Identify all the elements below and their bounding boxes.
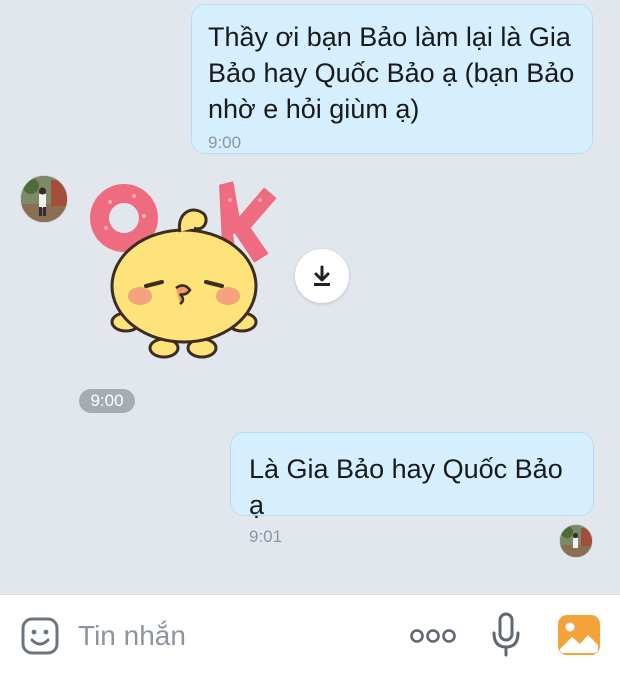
microphone-icon (492, 612, 520, 657)
message-composer (0, 594, 620, 676)
outgoing-message-bubble[interactable]: Thầy ơi bạn Bảo làm lại là Gia Bảo hay Q… (191, 4, 593, 154)
message-line: Thầy ơi bạn Bảo làm lại là Gia (208, 22, 571, 52)
chat-area: Thầy ơi bạn Bảo làm lại là Gia Bảo hay Q… (0, 0, 620, 594)
microphone-button[interactable] (490, 611, 522, 659)
more-button[interactable] (408, 622, 458, 650)
sender-avatar[interactable] (20, 175, 68, 223)
message-time: 9:00 (208, 133, 242, 152)
message-line: nhờ e hỏi giùm ạ) (208, 94, 420, 124)
image-icon (558, 615, 600, 655)
message-line: Bảo hay Quốc Bảo ạ (bạn Bảo (208, 58, 575, 88)
message-text: Thầy ơi bạn Bảo làm lại là Gia Bảo hay Q… (208, 19, 576, 127)
download-icon (314, 265, 330, 286)
message-time: 9:01 (249, 527, 283, 546)
emoji-icon (21, 617, 59, 655)
outgoing-message-bubble[interactable]: Là Gia Bảo hay Quốc Bảo ạ 9:01 (230, 432, 594, 546)
emoji-button[interactable] (20, 616, 60, 656)
download-button[interactable] (295, 249, 349, 303)
seen-avatar (559, 524, 593, 558)
ok-sticker[interactable] (84, 170, 284, 370)
image-button[interactable] (556, 613, 602, 657)
sticker-time-badge: 9:00 (79, 389, 135, 413)
message-text: Là Gia Bảo hay Quốc Bảo ạ (249, 454, 563, 520)
message-input[interactable] (78, 613, 378, 659)
more-icon (410, 629, 456, 643)
